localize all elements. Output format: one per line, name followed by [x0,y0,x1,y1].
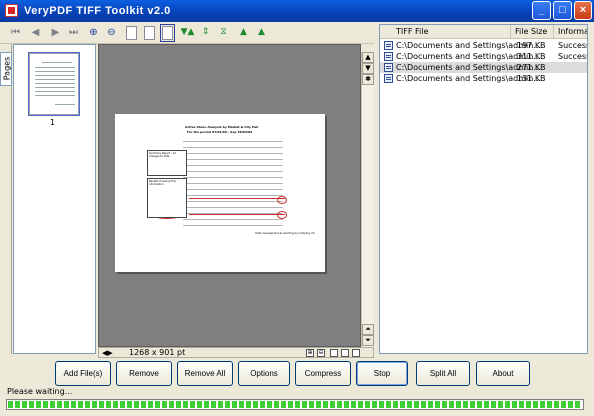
minimize-button[interactable]: _ [532,1,551,20]
file-row[interactable]: C:\Documents and Settings\admin... 311 K… [380,51,588,62]
annotation-oval [277,196,287,204]
progress-fill [8,401,582,408]
maximize-button[interactable]: □ [553,1,572,20]
file-size: 131 KB [517,74,546,83]
tiff-file-icon [384,41,393,50]
window-title: VeryPDF TIFF Toolkit v2.0 [24,5,171,17]
split-all-button[interactable]: Split All [416,361,470,386]
app-icon [5,4,18,17]
page-icon[interactable] [352,349,360,357]
column-header-info[interactable]: Information [554,25,587,39]
page-thumbnail[interactable] [28,52,80,116]
rotate-icon[interactable]: ⧖ [216,25,231,40]
file-size: 271 KB [517,63,546,72]
viewer-status-bar: ◀▶ 1268 x 901 pt ⊕ ⊖ [98,347,374,358]
tab-pages-label: Pages [2,56,12,81]
page-dimensions: 1268 x 901 pt [129,348,186,357]
next-page-icon[interactable]: ▶ [48,25,63,40]
options-button[interactable]: Options [238,361,290,386]
file-list[interactable]: TIFF File File Size Information C:\Docum… [379,24,588,354]
status-text: Please waiting... [7,387,73,396]
rotate-right-icon[interactable]: ▲ [254,25,269,40]
rotate-left-icon[interactable]: ▲ [236,25,251,40]
title-bar: VeryPDF TIFF Toolkit v2.0 _ □ × [0,0,594,22]
note-box: Summary Report - 14 changes to date [147,150,187,176]
previous-page-icon[interactable]: ◀ [28,25,43,40]
file-size: 311 KB [517,52,546,61]
stop-button[interactable]: Stop [356,361,408,386]
column-header-file[interactable]: TIFF File [380,25,511,39]
document-subtitle: For the period 07/01/99 - Sep 30/03/02 [187,130,253,134]
tab-pages[interactable]: Pages [0,52,12,86]
scroll-down-button[interactable]: ▼ [362,63,374,74]
column-header-size[interactable]: File Size [511,25,554,39]
first-page-icon[interactable]: ⏮ [8,25,23,40]
document-footer: Data management & reporting by Company X… [255,232,315,235]
page-icon[interactable] [330,349,338,357]
thumbnail-panel: 1 [13,44,96,354]
fit-page-icon[interactable] [126,26,137,40]
side-tab-strip: Pages [0,44,12,354]
file-row[interactable]: C:\Documents and Settings\admin... 271 K… [380,62,587,73]
fit-icon[interactable] [341,349,349,357]
thumbnail-page-number: 1 [50,118,56,127]
toolbar: ⏮ ◀ ▶ ⏭ ⊕ ⊖ ▼▲ ⇕ ⧖ ▲ ▲ [0,22,374,44]
bookmark-icon[interactable]: ✱ [362,74,374,85]
remove-all-button[interactable]: Remove All [177,361,233,386]
last-page-icon[interactable]: ⏭ [66,25,81,40]
annotation-oval [277,211,287,219]
compress-button[interactable]: Compress [295,361,351,386]
tiff-file-icon [384,74,393,83]
actual-size-icon[interactable] [160,24,175,42]
zoom-icon[interactable]: ⊖ [317,349,325,357]
flip-vertical-icon[interactable]: ⇕ [198,25,213,40]
viewer-vertical-scrollbar[interactable]: ▲ ▼ ✱ ⏶ ⏷ [361,52,374,347]
document-page: Active Share Analysis by Market & City P… [115,114,325,272]
file-info: Success [558,41,588,50]
zoom-out-icon[interactable]: ⊖ [104,25,119,40]
file-size: 197 KB [517,41,546,50]
remove-button[interactable]: Remove [116,361,172,386]
document-viewer[interactable]: Active Share Analysis by Market & City P… [98,44,361,347]
file-list-header: TIFF File File Size Information [380,25,587,39]
file-info: Success [558,52,588,61]
file-row[interactable]: C:\Documents and Settings\admin... 197 K… [380,40,588,51]
close-button[interactable]: × [574,1,592,20]
add-files-button[interactable]: Add File(s) [55,361,111,386]
tiff-file-icon [384,52,393,61]
page-up-button[interactable]: ⏶ [362,324,374,335]
pan-arrows-icon[interactable]: ◀▶ [102,348,113,358]
page-down-button[interactable]: ⏷ [362,335,374,346]
scroll-up-button[interactable]: ▲ [362,52,374,63]
tiff-file-icon [384,63,393,72]
document-title: Active Share Analysis by Market & City P… [185,125,259,129]
zoom-icon[interactable]: ⊕ [306,349,314,357]
about-button[interactable]: About [476,361,530,386]
note-box: Benefit of having this information [147,178,187,218]
flip-horizontal-icon[interactable]: ▼▲ [180,25,195,40]
fit-width-icon[interactable] [144,26,155,40]
progress-bar [6,399,584,410]
file-row[interactable]: C:\Documents and Settings\admin... 131 K… [380,73,587,84]
zoom-in-icon[interactable]: ⊕ [86,25,101,40]
